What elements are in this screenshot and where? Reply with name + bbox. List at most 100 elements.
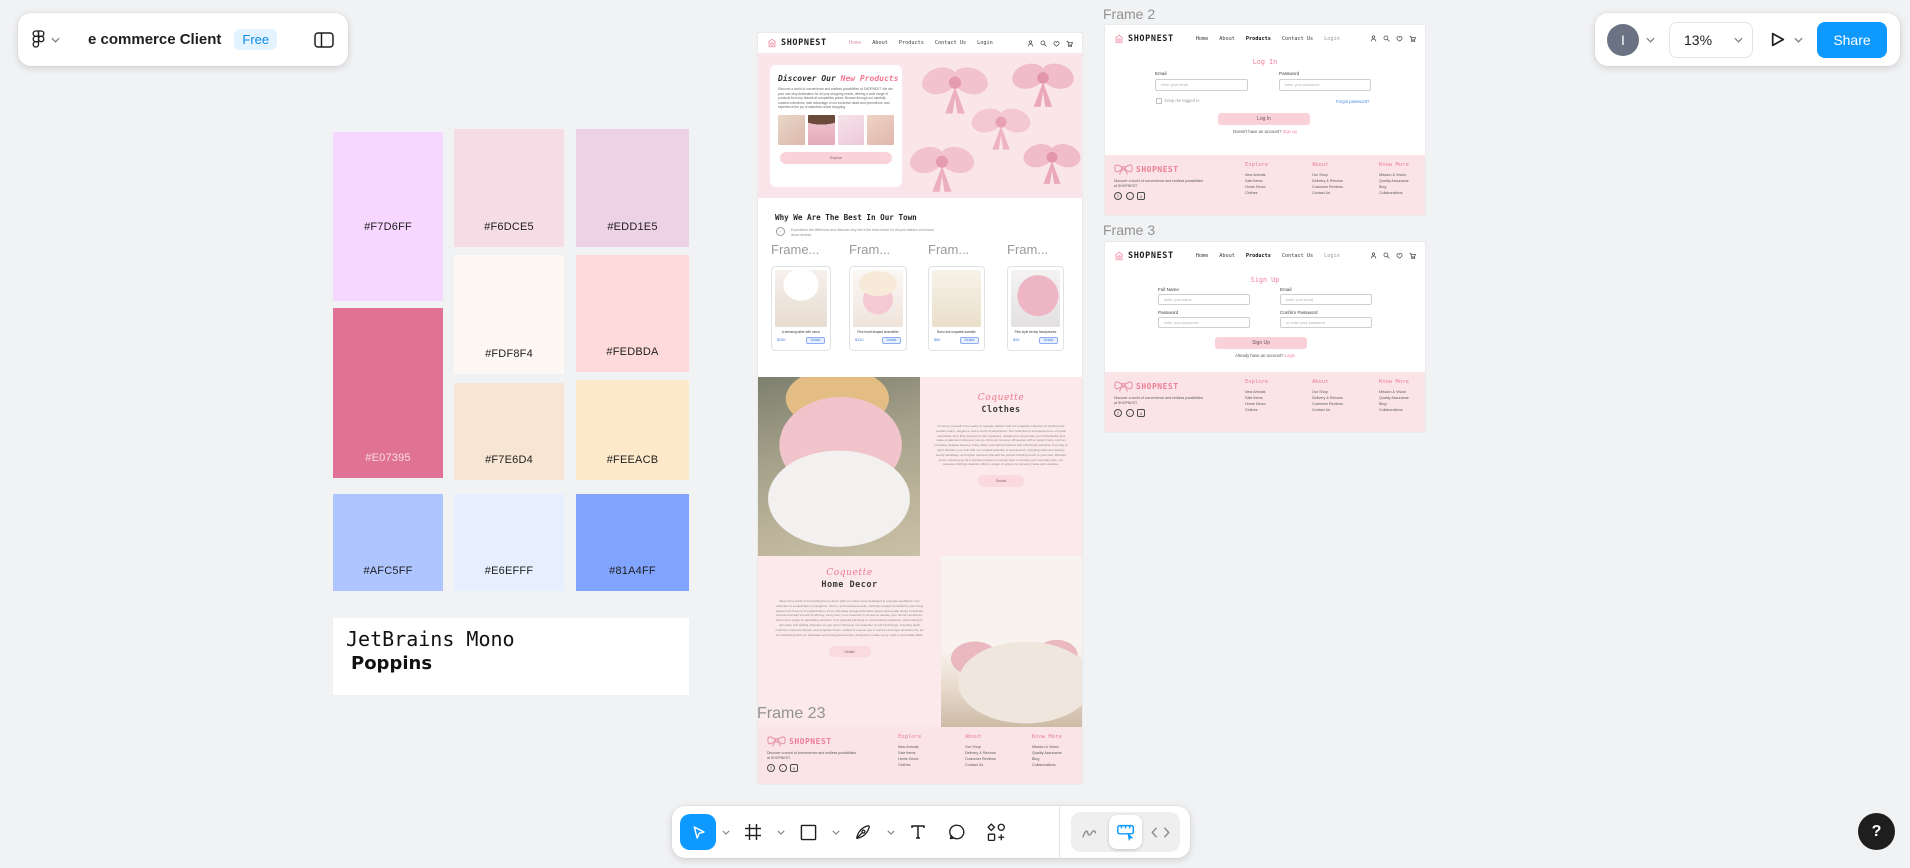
footer-link[interactable]: Clothes [1245, 190, 1312, 196]
fonts-card[interactable]: JetBrains Mono Poppins [333, 618, 689, 695]
move-tool[interactable] [680, 814, 716, 850]
text-tool[interactable] [900, 814, 936, 850]
footer-link[interactable]: Mission & Vision [1379, 172, 1409, 178]
nav-about[interactable]: About [1219, 36, 1235, 42]
color-swatch[interactable]: #81A4FF [576, 494, 689, 591]
instagram-icon[interactable]: ◦ [1125, 192, 1134, 201]
move-tool-chevron-icon[interactable] [719, 830, 732, 835]
facebook-icon[interactable]: f [1114, 409, 1122, 418]
help-button[interactable]: ? [1858, 813, 1895, 850]
footer-link[interactable]: Clothes [1245, 407, 1312, 413]
footer-link[interactable]: Collaborations [1379, 407, 1409, 413]
canvas-frame-label[interactable]: Fram... [928, 242, 990, 257]
x-icon[interactable]: x [1137, 192, 1145, 201]
footer-link[interactable]: Quality Assurance [1379, 395, 1409, 401]
frame-tool-chevron-icon[interactable] [774, 830, 787, 835]
facebook-icon[interactable]: f [767, 764, 775, 773]
product-card[interactable]: Pink heart shaped chandelier $120 Details [849, 266, 907, 351]
avatar[interactable]: I [1607, 23, 1639, 56]
cart-icon[interactable] [1066, 40, 1073, 47]
nav-contact-us[interactable]: Contact Us [935, 40, 966, 46]
x-icon[interactable]: x [1137, 409, 1145, 418]
footer-link[interactable]: Mission & Vision [1379, 389, 1409, 395]
nav-about[interactable]: About [1219, 253, 1235, 259]
product-details-button[interactable]: Details [882, 337, 901, 344]
canvas-frame-label[interactable]: Frame... [771, 242, 833, 257]
full-name-field[interactable]: enter your name [1158, 294, 1250, 305]
nav-products[interactable]: Products [899, 40, 924, 46]
decor-details-button[interactable]: Details [828, 646, 871, 658]
color-swatch[interactable]: #F6DCE5 [454, 129, 564, 247]
nav-home[interactable]: Home [849, 40, 862, 46]
search-icon[interactable] [1383, 35, 1390, 42]
design-mode-button[interactable] [1109, 815, 1142, 849]
color-swatch[interactable]: #FDF8F4 [454, 255, 564, 374]
signup-link[interactable]: Sign up [1283, 129, 1297, 134]
footer-link[interactable]: Quality Assurance [1032, 750, 1062, 756]
nav-home[interactable]: Home [1196, 36, 1209, 42]
frame-signup-page[interactable]: SHOPNEST Home About Products Contact Us … [1105, 242, 1425, 432]
file-title[interactable]: e commerce Client [88, 31, 221, 48]
product-card[interactable]: A dressing table with mirror $250 Details [771, 266, 831, 351]
color-swatch[interactable]: #AFC5FF [333, 494, 443, 591]
confirm-password-field[interactable]: re-enter your password [1280, 317, 1372, 328]
x-icon[interactable]: x [790, 764, 798, 773]
rectangle-tool[interactable] [790, 814, 826, 850]
cart-icon[interactable] [1409, 252, 1416, 259]
password-field[interactable]: enter your password [1279, 79, 1371, 91]
nav-about[interactable]: About [872, 40, 888, 46]
frame-login-page[interactable]: SHOPNEST Home About Products Contact Us … [1105, 25, 1425, 215]
canvas-frame-label[interactable]: Fram... [849, 242, 911, 257]
draw-mode-button[interactable] [1074, 815, 1107, 849]
comment-tool[interactable] [939, 814, 975, 850]
clothes-details-button[interactable]: Details [978, 475, 1024, 488]
nav-contact-us[interactable]: Contact Us [1282, 253, 1313, 259]
zoom-dropdown[interactable]: 13% [1669, 21, 1753, 58]
footer-link[interactable]: Contact Us [1312, 407, 1379, 413]
pen-tool-chevron-icon[interactable] [884, 830, 897, 835]
user-icon[interactable] [1027, 39, 1034, 47]
footer-link[interactable]: Contact Us [965, 762, 1032, 768]
canvas-frame-label[interactable]: Frame 2 [1103, 6, 1155, 22]
actions-tool[interactable] [978, 814, 1014, 850]
shape-tool-chevron-icon[interactable] [829, 830, 842, 835]
color-swatch[interactable]: #EDD1E5 [576, 129, 689, 247]
footer-link[interactable]: Collaborations [1379, 190, 1409, 196]
account-chevron-icon[interactable] [1646, 37, 1655, 43]
color-swatch[interactable]: #E07395 [333, 308, 443, 478]
instagram-icon[interactable]: ◦ [1125, 409, 1134, 418]
heart-icon[interactable] [1053, 40, 1060, 47]
canvas-frame-label[interactable]: Fram... [1007, 242, 1069, 257]
plan-badge[interactable]: Free [234, 29, 278, 50]
present-button[interactable] [1770, 31, 1786, 48]
instagram-icon[interactable]: ◦ [778, 764, 787, 773]
login-link[interactable]: Login [1285, 353, 1295, 358]
user-icon[interactable] [1370, 252, 1377, 259]
signup-button[interactable]: Sign Up [1215, 337, 1307, 349]
search-icon[interactable] [1383, 252, 1390, 259]
heart-icon[interactable] [1396, 35, 1403, 42]
search-icon[interactable] [1040, 40, 1047, 47]
user-icon[interactable] [1370, 35, 1377, 42]
dev-mode-button[interactable] [1144, 815, 1177, 849]
footer-link[interactable]: Quality Assurance [1379, 178, 1409, 184]
facebook-icon[interactable]: f [1114, 192, 1122, 201]
email-field[interactable]: enter your email [1155, 79, 1248, 91]
color-swatch[interactable]: #F7D6FF [333, 132, 443, 301]
canvas-frame-label[interactable]: Frame 23 [757, 705, 825, 723]
footer-link[interactable]: Contact Us [1312, 190, 1379, 196]
email-field[interactable]: enter your email [1280, 294, 1372, 305]
remember-checkbox[interactable] [1156, 98, 1162, 104]
heart-icon[interactable] [1396, 252, 1403, 259]
cart-icon[interactable] [1409, 35, 1416, 42]
nav-login[interactable]: Login [1324, 36, 1340, 42]
footer-link[interactable]: Mission & Vision [1032, 744, 1062, 750]
color-swatch[interactable]: #FEEACB [576, 380, 689, 480]
nav-login[interactable]: Login [977, 40, 993, 46]
footer-link[interactable]: Clothes [898, 762, 965, 768]
product-details-button[interactable]: Details [806, 337, 825, 344]
login-button[interactable]: Log In [1218, 113, 1310, 125]
pen-tool[interactable] [845, 814, 881, 850]
nav-products[interactable]: Products [1246, 253, 1271, 259]
frame-home-page[interactable]: SHOPNEST Home About Products Contact Us … [758, 33, 1082, 784]
